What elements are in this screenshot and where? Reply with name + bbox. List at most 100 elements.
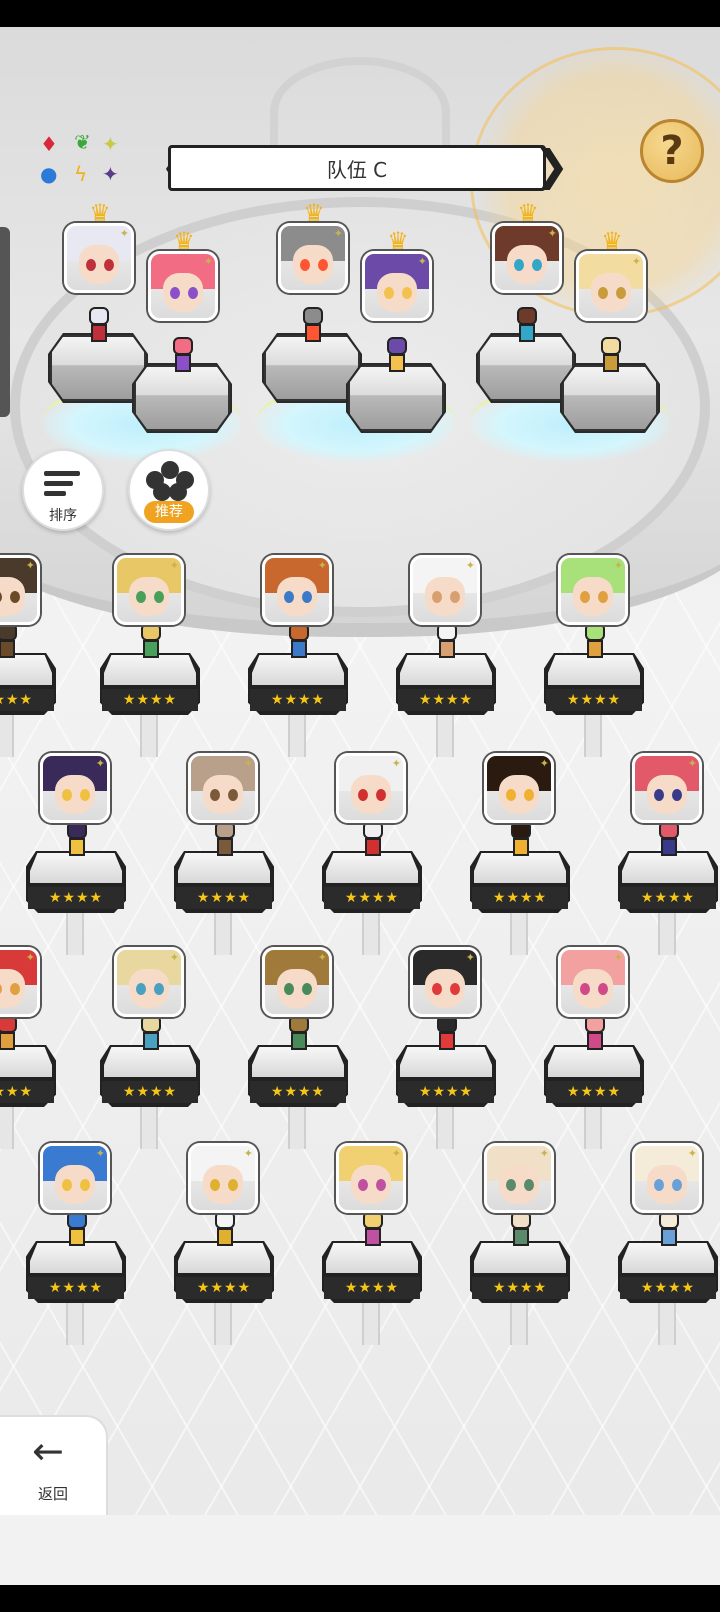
star-rating: ★★★★ (620, 887, 716, 909)
sort-label: 排序 (49, 508, 77, 524)
sparkle-icon: ✦ (417, 255, 427, 268)
roster-hero-portrait[interactable]: ✦ (40, 1143, 110, 1213)
back-button[interactable]: ← 返回 (0, 1415, 108, 1515)
roster-hero-portrait[interactable]: ✦ (484, 1143, 554, 1213)
sprite-head (173, 337, 193, 355)
sort-icon (44, 471, 80, 499)
roster-hero[interactable]: ★★★★ ✦ (170, 1135, 280, 1345)
hero-sprite (430, 1015, 464, 1055)
sprite-head (141, 1015, 161, 1033)
sparkle-icon: ✦ (333, 227, 343, 240)
hero-sprite (134, 623, 168, 663)
roster-hero[interactable]: ★★★★ ✦ (96, 939, 206, 1149)
team-name: 队伍 C (326, 157, 388, 182)
hero-sprite (166, 337, 200, 377)
sprite-head (0, 623, 17, 641)
sort-button[interactable]: 排序 (22, 449, 104, 531)
sprite-body (439, 640, 455, 658)
team-hero-portrait[interactable]: ✦ (64, 223, 134, 293)
roster-hero[interactable]: ★★★★ ✦ (170, 745, 280, 955)
question-icon: ? (660, 128, 684, 174)
roster-hero[interactable]: ★★★★ ✦ (22, 745, 132, 955)
team-hero-portrait[interactable]: ✦ (148, 251, 218, 321)
hero-sprite (282, 623, 316, 663)
sprite-head (437, 623, 457, 641)
roster-hero-portrait[interactable]: ✦ (40, 753, 110, 823)
leaf-icon: ❦ (74, 130, 91, 154)
sprite-head (511, 821, 531, 839)
element-affinity-chart[interactable]: ♦ ❦ ✦ ● ϟ ✦ (36, 130, 128, 196)
roster-hero-portrait[interactable]: ✦ (336, 1143, 406, 1213)
roster-hero[interactable]: ★★★★ ✦ (22, 1135, 132, 1345)
sparkle-icon: ✦ (465, 559, 475, 572)
crown-icon: ♛ (173, 227, 195, 255)
sprite-body (143, 1032, 159, 1050)
roster-hero-portrait[interactable]: ✦ (262, 555, 332, 625)
roster-hero[interactable]: ★★★★ ✦ (0, 547, 62, 757)
sprite-head (215, 821, 235, 839)
roster-hero[interactable]: ★★★★ ✦ (466, 745, 576, 955)
star-rating: ★★★★ (28, 1277, 124, 1299)
roster-hero-portrait[interactable]: ✦ (410, 947, 480, 1017)
sprite-head (67, 821, 87, 839)
fire-gem-icon: ♦ (40, 132, 58, 156)
roster-hero[interactable]: ★★★★ ✦ (244, 939, 354, 1149)
next-team-arrow[interactable]: ❯ (534, 141, 569, 195)
roster-hero-portrait[interactable]: ✦ (336, 753, 406, 823)
sprite-body (291, 640, 307, 658)
roster-hero-portrait[interactable]: ✦ (484, 753, 554, 823)
roster-hero-portrait[interactable]: ✦ (558, 947, 628, 1017)
roster-hero-portrait[interactable]: ✦ (114, 555, 184, 625)
hero-sprite (578, 623, 612, 663)
hero-sprite (60, 821, 94, 861)
sprite-body (291, 1032, 307, 1050)
team-hero-portrait[interactable]: ✦ (576, 251, 646, 321)
roster-hero-portrait[interactable]: ✦ (188, 1143, 258, 1213)
roster-hero[interactable]: ★★★★ ✦ (466, 1135, 576, 1345)
roster-hero-portrait[interactable]: ✦ (188, 753, 258, 823)
sprite-head (659, 1211, 679, 1229)
roster-hero-portrait[interactable]: ✦ (632, 1143, 702, 1213)
roster-hero[interactable]: ★★★★ ✦ (614, 1135, 720, 1345)
roster-hero-portrait[interactable]: ✦ (114, 947, 184, 1017)
sparkle-icon: ✦ (613, 559, 623, 572)
roster-hero[interactable]: ★★★★ ✦ (392, 939, 502, 1149)
roster-hero-portrait[interactable]: ✦ (0, 947, 40, 1017)
team-hero-portrait[interactable]: ✦ (278, 223, 348, 293)
roster-hero-portrait[interactable]: ✦ (262, 947, 332, 1017)
star-rating: ★★★★ (0, 1081, 54, 1103)
sprite-head (141, 623, 161, 641)
team-hero-portrait[interactable]: ✦ (492, 223, 562, 293)
sparkle-icon: ✦ (631, 255, 641, 268)
sprite-body (305, 324, 321, 342)
star-rating: ★★★★ (250, 1081, 346, 1103)
star-rating: ★★★★ (472, 1277, 568, 1299)
roster-hero-portrait[interactable]: ✦ (632, 753, 702, 823)
roster-hero[interactable]: ★★★★ ✦ (540, 547, 650, 757)
sprite-head (363, 1211, 383, 1229)
sprite-head (67, 1211, 87, 1229)
roster-hero[interactable]: ★★★★ ✦ (540, 939, 650, 1149)
back-arrow-icon: ← (32, 1429, 64, 1473)
roster-hero[interactable]: ★★★★ ✦ (0, 939, 62, 1149)
sprite-head (363, 821, 383, 839)
roster-hero-portrait[interactable]: ✦ (410, 555, 480, 625)
side-drawer-handle[interactable] (0, 227, 10, 417)
roster-hero[interactable]: ★★★★ ✦ (318, 1135, 428, 1345)
roster-hero[interactable]: ★★★★ ✦ (614, 745, 720, 955)
hero-sprite (208, 821, 242, 861)
roster-hero-portrait[interactable]: ✦ (558, 555, 628, 625)
roster-hero[interactable]: ★★★★ ✦ (318, 745, 428, 955)
roster-hero[interactable]: ★★★★ ✦ (96, 547, 206, 757)
roster-hero[interactable]: ★★★★ ✦ (244, 547, 354, 757)
sprite-head (289, 1015, 309, 1033)
help-button[interactable]: ? (640, 119, 704, 183)
sprite-head (601, 337, 621, 355)
roster-hero-portrait[interactable]: ✦ (0, 555, 40, 625)
roster-hero[interactable]: ★★★★ ✦ (392, 547, 502, 757)
sprite-body (0, 1032, 15, 1050)
team-hero-portrait[interactable]: ✦ (362, 251, 432, 321)
sparkle-icon: ✦ (203, 255, 213, 268)
recommend-button[interactable]: 推荐 (128, 449, 210, 531)
sprite-body (0, 640, 15, 658)
